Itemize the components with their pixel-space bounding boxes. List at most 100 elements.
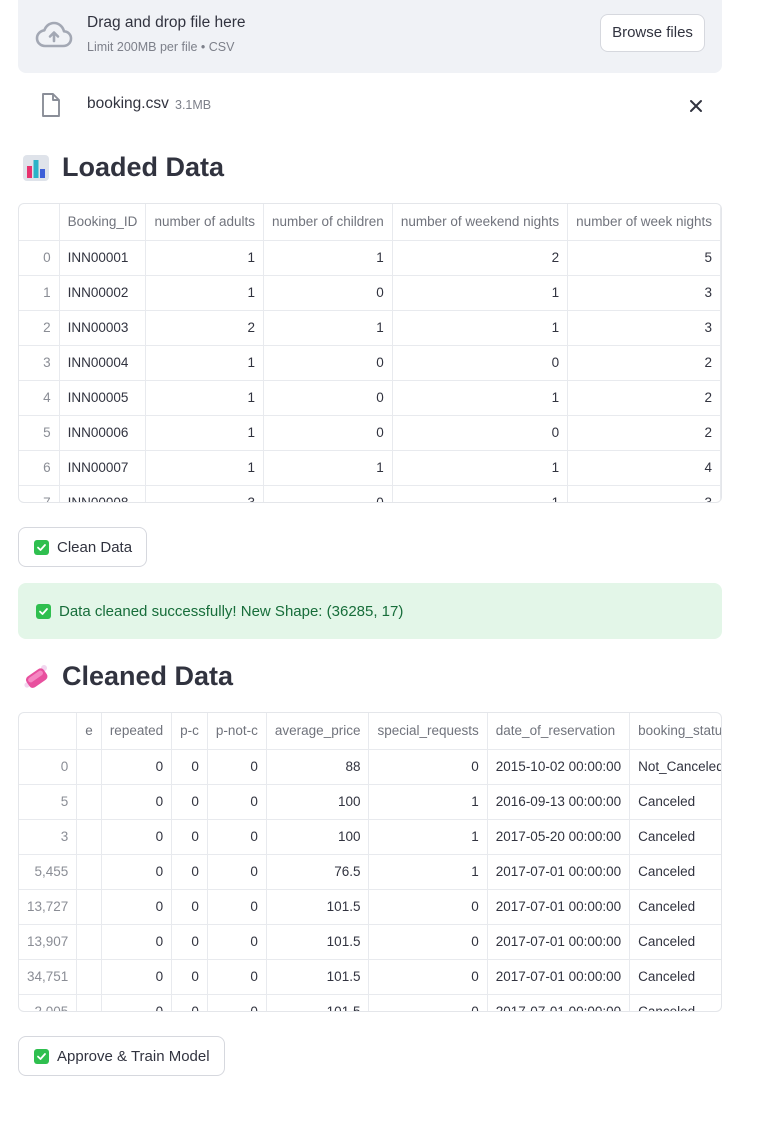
table-cell: 4: [567, 450, 721, 486]
table-cell: 0: [263, 485, 393, 502]
row-index: 34,751: [19, 959, 78, 995]
row-index: 3: [19, 819, 78, 855]
table-cell: 1: [145, 415, 264, 451]
row-index: 1: [19, 275, 60, 311]
table-cell: 1: [145, 275, 264, 311]
close-icon[interactable]: [685, 95, 707, 117]
file-dropzone[interactable]: Drag and drop file here Limit 200MB per …: [18, 0, 722, 73]
table-cell: 1: [392, 485, 569, 502]
table-cell: 100: [266, 784, 370, 820]
table-cell: INN00007: [59, 450, 147, 486]
table-row[interactable]: 13,727 0 0 0 101.5 0 2017-07-01 00:00:00 Cancel…: [19, 889, 721, 925]
dropzone-title: Drag and drop file here: [87, 14, 246, 31]
table-cell: 1: [145, 450, 264, 486]
loaded-data-heading: Loaded Data: [22, 152, 224, 183]
table-cell: 1: [263, 240, 393, 276]
column-header[interactable]: date_of_reservation: [487, 713, 631, 750]
table-cell: INN00005: [59, 380, 147, 416]
browse-files-button[interactable]: Browse files: [600, 14, 705, 52]
column-header[interactable]: number of week nights: [567, 204, 721, 241]
table-cell: [76, 749, 102, 785]
table-cell: 1: [145, 240, 264, 276]
table-row[interactable]: 0 INN00001 1 1 2 5: [19, 240, 721, 276]
column-header[interactable]: booking_status: [629, 713, 721, 750]
table-cell: INN00003: [59, 310, 147, 346]
column-header[interactable]: repeated: [101, 713, 173, 750]
table-cell: Canceled: [629, 994, 721, 1011]
uploaded-file-name: booking.csv: [87, 95, 169, 112]
column-header[interactable]: special_requests: [368, 713, 488, 750]
table-cell: 0: [171, 924, 208, 960]
table-row[interactable]: 3 0 0 0 100 1 2017-05-20 00:00:00 Canceled: [19, 819, 721, 855]
table-cell: 2017-07-01 00:00:00: [487, 889, 631, 925]
table-row[interactable]: 34,751 0 0 0 101.5 0 2017-07-01 00:00:00 Cancel…: [19, 959, 721, 995]
table-row[interactable]: 3 INN00004 1 0 0 2: [19, 345, 721, 381]
column-header[interactable]: e: [76, 713, 102, 750]
table-cell: 5: [567, 240, 721, 276]
table-cell: Canceled: [629, 959, 721, 995]
table-cell: 0: [207, 749, 267, 785]
table-cell: Canceled: [629, 854, 721, 890]
table-cell: 1: [392, 275, 569, 311]
column-header[interactable]: p-c: [171, 713, 208, 750]
table-row[interactable]: 5,455 0 0 0 76.5 1 2017-07-01 00:00:00 Canceled: [19, 854, 721, 890]
column-header[interactable]: number of weekend nights: [392, 204, 569, 241]
table-cell: 0: [207, 994, 267, 1011]
table-row[interactable]: 7 INN00008 3 0 1 3: [19, 485, 721, 502]
table-row[interactable]: 1 INN00002 1 0 1 3: [19, 275, 721, 311]
table-cell: 0: [101, 819, 173, 855]
clean-data-button[interactable]: Clean Data: [18, 527, 148, 567]
table-cell: 2017-07-01 00:00:00: [487, 924, 631, 960]
table-cell: 0: [207, 784, 267, 820]
cloud-upload-icon: [35, 21, 73, 48]
table-cell: 0: [171, 959, 208, 995]
approve-train-button[interactable]: Approve & Train Model: [18, 1036, 225, 1076]
table-cell: 0: [101, 889, 173, 925]
table-cell: 0: [171, 749, 208, 785]
table-cell: 0: [263, 345, 393, 381]
table-cell: 2: [392, 240, 569, 276]
table-cell: 0: [207, 959, 267, 995]
table-cell: 2017-07-01 00:00:00: [487, 994, 631, 1011]
table-cell: 1: [392, 450, 569, 486]
table-row[interactable]: 6 INN00007 1 1 1 4: [19, 450, 721, 486]
table-cell: [76, 854, 102, 890]
table-row[interactable]: 5 INN00006 1 0 0 2: [19, 415, 721, 451]
table-row[interactable]: 2 INN00003 2 1 1 3: [19, 310, 721, 346]
table-cell: [76, 819, 102, 855]
table-cell: 1: [263, 310, 393, 346]
table-cell: 88: [266, 749, 370, 785]
table-cell: 1: [368, 854, 488, 890]
loaded-data-table[interactable]: Booking_ID number of adults number of chil…: [18, 203, 722, 503]
table-cell: 0: [207, 924, 267, 960]
table-cell: 2016-09-13 00:00:00: [487, 784, 631, 820]
table-cell: Canceled: [629, 924, 721, 960]
loaded-data-title: Loaded Data: [62, 152, 225, 182]
table-cell: 1: [392, 380, 569, 416]
table-cell: 0: [171, 854, 208, 890]
table-cell: 0: [368, 994, 488, 1011]
index-header: [19, 713, 78, 750]
table-cell: 2017-05-20 00:00:00: [487, 819, 631, 855]
index-header: [19, 204, 60, 241]
table-row[interactable]: 0 0 0 0 88 0 2015-10-02 00:00:00 Not_Canceled: [19, 749, 721, 785]
column-header[interactable]: Booking_ID: [59, 204, 147, 241]
cleaned-data-table[interactable]: e repeated p-c p-not-c average_price special_…: [18, 712, 722, 1012]
column-header[interactable]: average_price: [266, 713, 370, 750]
table-cell: 2015-10-02 00:00:00: [487, 749, 631, 785]
check-emoji-icon: [34, 539, 49, 555]
table-row[interactable]: 13,907 0 0 0 101.5 0 2017-07-01 00:00:00 Cancel…: [19, 924, 721, 960]
row-index: 5: [19, 415, 60, 451]
column-header[interactable]: p-not-c: [207, 713, 267, 750]
table-cell: INN00006: [59, 415, 147, 451]
table-row[interactable]: 4 INN00005 1 0 1 2: [19, 380, 721, 416]
table-cell: INN00004: [59, 345, 147, 381]
table-cell: 3: [567, 310, 721, 346]
table-row[interactable]: 5 0 0 0 100 1 2016-09-13 00:00:00 Canceled: [19, 784, 721, 820]
table-cell: 76.5: [266, 854, 370, 890]
column-header[interactable]: number of adults: [145, 204, 264, 241]
table-cell: 2017-07-01 00:00:00: [487, 959, 631, 995]
table-cell: Not_Canceled: [629, 749, 721, 785]
column-header[interactable]: number of children: [263, 204, 393, 241]
table-row[interactable]: 2,005 0 0 0 101.5 0 2017-07-01 00:00:00 Cancele…: [19, 994, 721, 1011]
